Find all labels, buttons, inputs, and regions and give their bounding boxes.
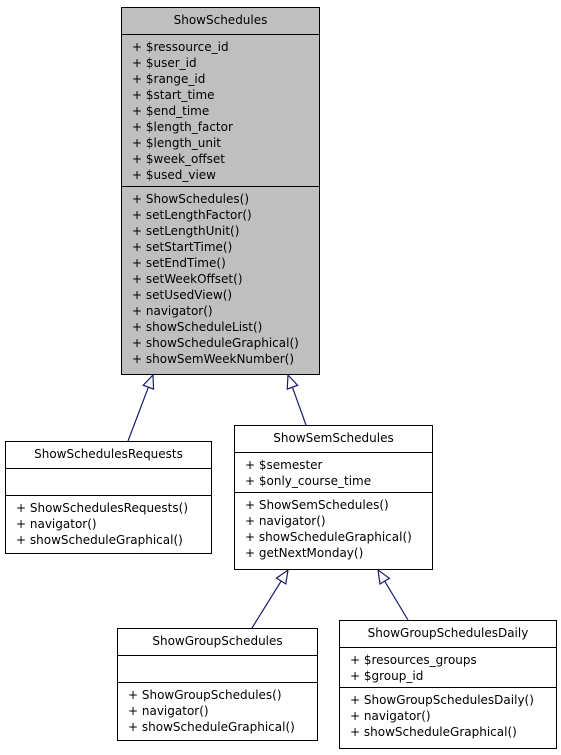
attributes-section: + $ressource_id + $user_id + $range_id + $s… xyxy=(122,35,319,187)
inheritance-arrow xyxy=(377,568,409,621)
method-row: + setEndTime() xyxy=(132,256,226,270)
method-row: + navigator() xyxy=(128,704,209,718)
method-row: + showScheduleGraphical() xyxy=(128,720,295,734)
class-show-schedules[interactable]: ShowSchedules + $ressource_id + $user_id +… xyxy=(121,7,320,375)
method-row: + getNextMonday() xyxy=(245,546,364,560)
arrow-line xyxy=(384,580,409,621)
hollow-triangle-arrowhead-icon xyxy=(286,373,299,390)
attribute-row: + $semester xyxy=(245,458,323,472)
class-show-schedules-requests[interactable]: ShowSchedulesRequests + ShowSchedulesReq… xyxy=(5,441,212,554)
class-title: ShowSemSchedules xyxy=(235,426,432,453)
method-row: + ShowGroupSchedulesDaily() xyxy=(350,693,534,707)
attribute-row: + $user_id xyxy=(132,56,197,70)
methods-section: + ShowSchedulesRequests() + navigator() + … xyxy=(6,496,211,551)
attribute-row: + $start_time xyxy=(132,88,215,102)
attribute-row: + $ressource_id xyxy=(132,40,229,54)
attribute-row: + $only_course_time xyxy=(245,474,372,488)
method-row: + setLengthFactor() xyxy=(132,208,252,222)
method-row: + ShowSchedulesRequests() xyxy=(16,501,189,515)
hollow-triangle-arrowhead-icon xyxy=(142,373,155,390)
attribute-row: + $end_time xyxy=(132,104,210,118)
attributes-section: + $semester + $only_course_time xyxy=(235,453,432,493)
attribute-row: + $length_unit xyxy=(132,136,222,150)
class-title: ShowSchedulesRequests xyxy=(6,442,211,469)
method-row: + navigator() xyxy=(350,709,431,723)
arrow-line xyxy=(127,386,149,442)
inheritance-arrow xyxy=(251,568,289,629)
class-title: ShowGroupSchedulesDaily xyxy=(340,621,556,648)
attribute-row: + $length_factor xyxy=(132,120,233,134)
class-title: ShowSchedules xyxy=(122,8,319,35)
class-show-sem-schedules[interactable]: ShowSemSchedules + $semester + $only_cour… xyxy=(234,425,433,570)
method-row: + ShowGroupSchedules() xyxy=(128,688,282,702)
method-row: + ShowSchedules() xyxy=(132,192,250,206)
inheritance-arrow xyxy=(127,373,155,442)
attribute-row: + $used_view xyxy=(132,168,216,182)
attribute-row: + $group_id xyxy=(350,669,424,683)
class-title: ShowGroupSchedules xyxy=(118,629,317,656)
method-row: + setUsedView() xyxy=(132,288,233,302)
hollow-triangle-arrowhead-icon xyxy=(275,568,289,585)
method-row: + showScheduleGraphical() xyxy=(16,533,183,547)
method-row: + setLengthUnit() xyxy=(132,224,240,238)
attributes-section xyxy=(6,469,211,496)
method-row: + navigator() xyxy=(16,517,97,531)
hollow-triangle-arrowhead-icon xyxy=(377,568,391,585)
method-row: + showScheduleList() xyxy=(132,320,263,334)
inheritance-arrow xyxy=(286,373,307,426)
method-row: + setWeekOffset() xyxy=(132,272,243,286)
methods-section: + ShowSchedules() + setLengthFactor() + se… xyxy=(122,187,319,370)
attributes-section xyxy=(118,656,317,683)
arrow-line xyxy=(291,387,307,426)
methods-section: + ShowGroupSchedulesDaily() + navigator()… xyxy=(340,688,556,743)
attributes-section: + $resources_groups + $group_id xyxy=(340,648,556,688)
method-row: + showScheduleGraphical() xyxy=(245,530,412,544)
attribute-row: + $resources_groups xyxy=(350,653,477,667)
class-show-group-schedules[interactable]: ShowGroupSchedules + ShowGroupSchedules(… xyxy=(117,628,318,741)
methods-section: + ShowSemSchedules() + navigator() + showS… xyxy=(235,493,432,564)
method-row: + ShowSemSchedules() xyxy=(245,498,389,512)
method-row: + showScheduleGraphical() xyxy=(350,725,517,739)
methods-section: + ShowGroupSchedules() + navigator() + sho… xyxy=(118,683,317,738)
attribute-row: + $week_offset xyxy=(132,152,225,166)
method-row: + navigator() xyxy=(132,304,213,318)
arrow-line xyxy=(251,580,282,629)
class-show-group-schedules-daily[interactable]: ShowGroupSchedulesDaily + $resources_gro… xyxy=(339,620,557,749)
method-row: + navigator() xyxy=(245,514,326,528)
attribute-row: + $range_id xyxy=(132,72,206,86)
method-row: + showScheduleGraphical() xyxy=(132,336,299,350)
method-row: + showSemWeekNumber() xyxy=(132,352,295,366)
method-row: + setStartTime() xyxy=(132,240,233,254)
